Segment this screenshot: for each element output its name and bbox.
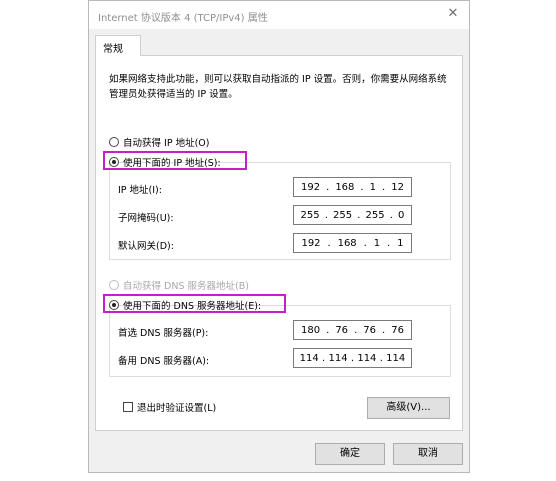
octet: 255 [365, 209, 385, 221]
subnet-mask-label: 子网掩码(U): [118, 213, 174, 224]
description-text: 如果网络支持此功能，则可以获取自动指派的 IP 设置。否则，你需要从网络系统管理… [109, 74, 447, 100]
validate-checkbox[interactable]: 退出时验证设置(L) [123, 400, 216, 414]
octet: 192 [301, 237, 321, 249]
octet: 1 [397, 237, 404, 249]
octet: 168 [335, 181, 355, 193]
octet: 76 [363, 324, 376, 336]
octet: 114 [357, 352, 377, 364]
octet: 0 [398, 209, 405, 221]
octet: 255 [300, 209, 320, 221]
cancel-button[interactable]: 取消 [393, 443, 463, 465]
alternate-dns-label: 备用 DNS 服务器(A): [118, 356, 210, 367]
octet: 114 [386, 352, 406, 364]
radio-checked-icon [109, 157, 119, 167]
preferred-dns-label: 首选 DNS 服务器(P): [118, 328, 209, 339]
octet: 76 [391, 324, 404, 336]
auto-dns-label: 自动获得 DNS 服务器地址(B) [123, 281, 249, 292]
octet: 114 [299, 352, 319, 364]
octet: 12 [391, 181, 404, 193]
manual-dns-label: 使用下面的 DNS 服务器地址(E): [123, 301, 262, 312]
checkbox-icon [123, 402, 133, 412]
octet: 168 [337, 237, 357, 249]
title-bar: Internet 协议版本 4 (TCP/IPv4) 属性 ✕ [89, 1, 469, 29]
gateway-label: 默认网关(D): [118, 241, 174, 252]
tab-general[interactable]: 常规 [95, 35, 141, 56]
octet: 76 [335, 324, 349, 336]
octet: 1 [369, 181, 376, 193]
close-icon[interactable]: ✕ [443, 5, 463, 23]
preferred-dns-input[interactable]: 180. 76. 76. 76 [293, 320, 412, 340]
ip-address-label: IP 地址(I): [118, 185, 162, 196]
ip-address-input[interactable]: 192. 168. 1. 12 [293, 177, 412, 197]
advanced-button[interactable]: 高级(V)... [367, 397, 450, 419]
auto-dns-radio[interactable]: 自动获得 DNS 服务器地址(B) [109, 278, 249, 292]
octet: 192 [301, 181, 321, 193]
auto-ip-label: 自动获得 IP 地址(O) [123, 138, 210, 149]
manual-ip-radio[interactable]: 使用下面的 IP 地址(S): [109, 155, 221, 169]
auto-ip-radio[interactable]: 自动获得 IP 地址(O) [109, 135, 209, 149]
window-title: Internet 协议版本 4 (TCP/IPv4) 属性 [98, 13, 268, 24]
validate-label: 退出时验证设置(L) [137, 403, 217, 414]
ok-button[interactable]: 确定 [315, 443, 385, 465]
octet: 1 [373, 237, 381, 249]
gateway-input[interactable]: 192. 168. 1. 1 [293, 233, 412, 253]
manual-ip-label: 使用下面的 IP 地址(S): [123, 158, 221, 169]
octet: 255 [333, 209, 353, 221]
radio-icon [109, 137, 119, 147]
manual-dns-radio[interactable]: 使用下面的 DNS 服务器地址(E): [109, 298, 261, 312]
radio-checked-icon [109, 300, 119, 310]
octet: 180 [301, 324, 321, 336]
octet: 114 [328, 352, 348, 364]
general-panel: 如果网络支持此功能，则可以获取自动指派的 IP 设置。否则，你需要从网络系统管理… [95, 55, 463, 431]
alternate-dns-input[interactable]: 114. 114. 114. 114 [293, 348, 412, 368]
tcpip-properties-dialog: Internet 协议版本 4 (TCP/IPv4) 属性 ✕ 常规 如果网络支… [88, 0, 470, 473]
radio-disabled-icon [109, 280, 119, 290]
subnet-mask-input[interactable]: 255. 255. 255. 0 [293, 205, 412, 225]
